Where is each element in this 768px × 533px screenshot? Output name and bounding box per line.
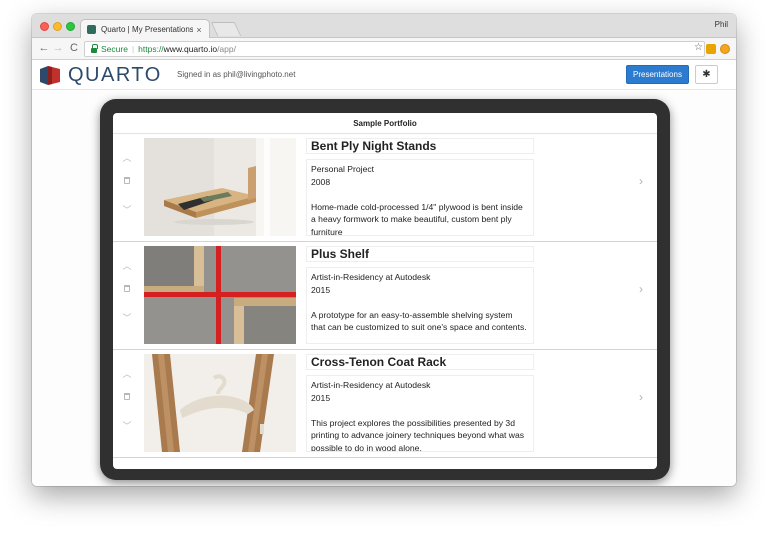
back-arrow-icon[interactable]: ← bbox=[38, 42, 50, 55]
plus-shelf-photo bbox=[144, 246, 296, 344]
coat-rack-photo bbox=[144, 354, 296, 452]
maximize-window-button[interactable] bbox=[66, 22, 75, 31]
item-title-field[interactable]: Cross-Tenon Coat Rack bbox=[306, 354, 534, 370]
portfolio-item: ︿ ﹀ bbox=[113, 134, 657, 242]
item-title-field[interactable]: Bent Ply Night Stands bbox=[306, 138, 534, 154]
item-details: Plus Shelf Artist-in-Residency at Autode… bbox=[306, 246, 534, 344]
secure-label: Secure bbox=[101, 44, 128, 54]
browser-tab-active[interactable]: Quarto | My Presentations × bbox=[80, 19, 210, 39]
open-item-chevron-icon[interactable]: › bbox=[639, 174, 643, 188]
item-title-field[interactable]: Plus Shelf bbox=[306, 246, 534, 262]
address-separator: | bbox=[131, 44, 135, 54]
portfolio-title: Sample Portfolio bbox=[113, 113, 657, 134]
delete-trash-icon[interactable] bbox=[121, 177, 133, 186]
item-details: Cross-Tenon Coat Rack Artist-in-Residenc… bbox=[306, 354, 534, 452]
portfolio-item: ︿ ﹀ bbox=[113, 242, 657, 350]
item-description-field[interactable]: Personal Project 2008 Home-made cold-pro… bbox=[306, 159, 534, 236]
tab-close-icon[interactable]: × bbox=[193, 25, 205, 35]
item-description: This project explores the possibilities … bbox=[311, 417, 525, 452]
item-description-field[interactable]: Artist-in-Residency at Autodesk 2015 A p… bbox=[306, 267, 534, 344]
url-path: /app/ bbox=[217, 44, 236, 54]
page-content: Sample Portfolio ︿ ﹀ Bent Ply Night Stan… bbox=[32, 90, 736, 486]
app-header: QUARTO Signed in as phil@livingphoto.net… bbox=[32, 60, 736, 90]
item-context: Artist-in-Residency at Autodesk bbox=[311, 272, 431, 282]
move-down-chevron-icon[interactable]: ﹀ bbox=[121, 311, 133, 324]
move-up-chevron-icon[interactable]: ︿ bbox=[121, 259, 133, 272]
tab-strip: Quarto | My Presentations × Phil bbox=[32, 14, 736, 39]
extension-icon[interactable] bbox=[706, 44, 716, 54]
url-host: www.quarto.io bbox=[163, 44, 218, 54]
signed-in-status: Signed in as phil@livingphoto.net bbox=[177, 70, 296, 79]
reload-icon[interactable]: C bbox=[68, 42, 80, 55]
item-description-field[interactable]: Artist-in-Residency at Autodesk 2015 Thi… bbox=[306, 375, 534, 452]
item-year: 2015 bbox=[311, 392, 331, 403]
item-details: Bent Ply Night Stands Personal Project 2… bbox=[306, 138, 534, 236]
tab-title: Quarto | My Presentations bbox=[101, 25, 194, 34]
tablet-screen[interactable]: Sample Portfolio ︿ ﹀ Bent Ply Night Stan… bbox=[113, 113, 657, 469]
extension-badge-icon[interactable] bbox=[720, 44, 730, 54]
address-bar[interactable]: Secure | https://www.quarto.io/app/ bbox=[84, 41, 705, 57]
lock-icon bbox=[91, 43, 98, 53]
item-context: Personal Project bbox=[311, 164, 375, 174]
night-stand-photo bbox=[144, 138, 296, 236]
bookmark-star-icon[interactable]: ☆ bbox=[694, 42, 703, 54]
presentations-button[interactable]: Presentations bbox=[626, 65, 689, 84]
delete-trash-icon[interactable] bbox=[121, 393, 133, 402]
portfolio-item: ︿ ﹀ Cross-Tenon Coat Rack Artist-in-Resi… bbox=[113, 350, 657, 458]
quarto-favicon-icon bbox=[87, 25, 96, 34]
move-up-chevron-icon[interactable]: ︿ bbox=[121, 367, 133, 380]
item-description: A prototype for an easy-to-assemble shel… bbox=[311, 309, 527, 333]
move-up-chevron-icon[interactable]: ︿ bbox=[121, 151, 133, 164]
browser-profile-name[interactable]: Phil bbox=[715, 20, 728, 29]
item-context: Artist-in-Residency at Autodesk bbox=[311, 380, 431, 390]
move-down-chevron-icon[interactable]: ﹀ bbox=[121, 419, 133, 432]
close-window-button[interactable] bbox=[40, 22, 49, 31]
item-description: Home-made cold-processed 1/4" plywood is… bbox=[311, 201, 523, 236]
forward-arrow-icon[interactable]: → bbox=[52, 42, 64, 55]
gear-icon: ✱ bbox=[702, 69, 711, 80]
item-year: 2015 bbox=[311, 284, 331, 295]
new-tab-button[interactable] bbox=[210, 22, 242, 36]
open-item-chevron-icon[interactable]: › bbox=[639, 282, 643, 296]
url-scheme: https:// bbox=[138, 44, 164, 54]
item-year: 2008 bbox=[311, 176, 331, 187]
browser-toolbar: ← → C Secure | https://www.quarto.io/app… bbox=[32, 38, 736, 60]
brand-wordmark[interactable]: QUARTO bbox=[68, 63, 162, 87]
move-down-chevron-icon[interactable]: ﹀ bbox=[121, 203, 133, 216]
quarto-logo-icon bbox=[40, 66, 60, 85]
delete-trash-icon[interactable] bbox=[121, 285, 133, 294]
browser-window: Quarto | My Presentations × Phil ← → C S… bbox=[32, 14, 736, 486]
open-item-chevron-icon[interactable]: › bbox=[639, 390, 643, 404]
minimize-window-button[interactable] bbox=[53, 22, 62, 31]
settings-gear-button[interactable]: ✱ bbox=[695, 65, 718, 84]
tablet-frame: Sample Portfolio ︿ ﹀ Bent Ply Night Stan… bbox=[100, 99, 670, 480]
